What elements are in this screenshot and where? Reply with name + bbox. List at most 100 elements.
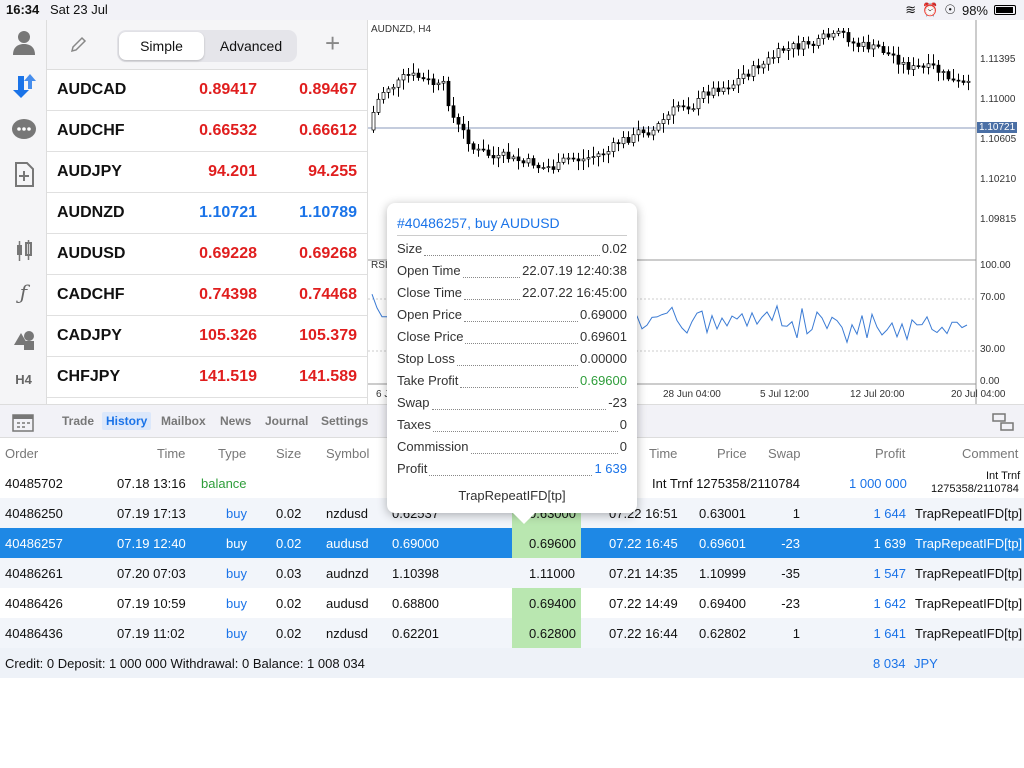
candle-body <box>566 157 571 160</box>
candle-body <box>831 33 836 38</box>
candle-body <box>581 158 586 162</box>
account-icon[interactable] <box>0 28 47 62</box>
candle-body <box>726 87 731 90</box>
candle-body <box>631 134 636 143</box>
calendar-icon[interactable] <box>12 412 34 437</box>
candle-body <box>736 78 741 86</box>
quote-row[interactable]: CADCHF 0.74398 0.74468 <box>47 275 367 316</box>
col-size[interactable]: Size <box>276 446 301 461</box>
candle-body <box>561 157 566 163</box>
popup-detail-label: Stop Loss <box>397 351 455 366</box>
col-close-price[interactable]: Price <box>717 446 747 461</box>
candle-body <box>446 80 451 107</box>
popup-dot-leader <box>432 417 618 432</box>
candle-body <box>411 72 416 76</box>
col-time[interactable]: Time <box>157 446 185 461</box>
history-row[interactable]: 40486436 07.19 11:02 buy 0.02 nzdusd 0.62201 0… <box>0 618 1024 648</box>
candle-body <box>766 57 771 65</box>
candle-body <box>606 151 611 155</box>
quote-ask: 105.379 <box>299 327 357 344</box>
tab-trade[interactable]: Trade <box>62 414 94 428</box>
timeframe-button[interactable]: H4 <box>0 372 47 387</box>
quotes-mode-segmented: Simple Advanced <box>117 30 297 62</box>
quote-row[interactable]: CADJPY 105.326 105.379 <box>47 316 367 357</box>
price-tick: 1.10605 <box>980 134 1017 145</box>
col-swap[interactable]: Swap <box>768 446 801 461</box>
row-close-price: 0.69601 <box>699 536 746 551</box>
quote-row[interactable]: AUDCHF 0.66532 0.66612 <box>47 111 367 152</box>
add-symbol-button[interactable]: + <box>325 30 340 56</box>
history-row[interactable]: 40486426 07.19 10:59 buy 0.02 audusd 0.68800 0… <box>0 588 1024 618</box>
candle-body <box>476 148 481 151</box>
edit-icon[interactable] <box>69 34 89 59</box>
candle-body <box>636 129 641 136</box>
tab-news[interactable]: News <box>220 414 251 428</box>
function-icon[interactable]: ƒ <box>0 280 47 304</box>
row-profit: 1 641 <box>873 626 906 641</box>
indicators-icon[interactable] <box>0 236 47 270</box>
tab-journal[interactable]: Journal <box>265 414 308 428</box>
candle-body <box>396 79 401 88</box>
row-close-price: 0.62802 <box>699 626 746 641</box>
row-close-price: 1.10999 <box>699 566 746 581</box>
tab-settings[interactable]: Settings <box>321 414 368 428</box>
tab-advanced[interactable]: Advanced <box>207 32 295 60</box>
candle-body <box>656 123 661 131</box>
col-comment[interactable]: Comment <box>962 446 1018 461</box>
time-tick: 5 Jul 12:00 <box>760 389 809 400</box>
col-symbol[interactable]: Symbol <box>326 446 369 461</box>
row-time: 07.19 11:02 <box>117 626 185 641</box>
candle-body <box>951 78 956 81</box>
quote-row[interactable]: CHFJPY 141.519 141.589 <box>47 357 367 398</box>
tab-history[interactable]: History <box>102 412 152 430</box>
candle-body <box>941 71 946 73</box>
chart-symbol-label: AUDNZD, H4 <box>371 24 432 35</box>
candle-body <box>856 42 861 47</box>
col-type[interactable]: Type <box>218 446 246 461</box>
quote-row[interactable]: AUDJPY 94.201 94.255 <box>47 152 367 193</box>
popup-detail-row: Size 0.02 <box>397 241 627 261</box>
row-time: 07.20 07:03 <box>117 566 186 581</box>
objects-icon[interactable] <box>0 325 47 359</box>
popup-detail-label: Close Time <box>397 285 463 300</box>
popup-detail-row: Open Price 0.69000 <box>397 307 627 327</box>
tab-mailbox[interactable]: Mailbox <box>161 414 206 428</box>
layout-toggle-icon[interactable] <box>992 413 1014 436</box>
quote-ask: 94.255 <box>308 163 357 180</box>
candle-body <box>576 158 581 162</box>
popup-dot-leader <box>464 307 578 322</box>
popup-dot-leader <box>465 329 578 344</box>
popup-detail-label: Close Price <box>397 329 464 344</box>
col-close-time[interactable]: Time <box>649 446 677 461</box>
candle-body <box>916 65 921 68</box>
popup-detail-row: Stop Loss 0.00000 <box>397 351 627 371</box>
col-profit[interactable]: Profit <box>875 446 905 461</box>
status-indicators: ≋ ⏰ ☉ 98% <box>905 2 1016 18</box>
chat-icon[interactable] <box>0 116 47 150</box>
quote-symbol: CHFJPY <box>57 368 121 385</box>
quote-bid: 0.66532 <box>199 122 257 139</box>
history-row[interactable]: 40486261 07.20 07:03 buy 0.03 audnzd 1.10398 1… <box>0 558 1024 588</box>
row-symbol: audusd <box>326 596 369 611</box>
new-order-icon[interactable] <box>0 160 47 194</box>
quotes-icon[interactable] <box>0 72 47 106</box>
candle-body <box>641 129 646 134</box>
balance-type: balance <box>201 476 247 491</box>
quote-row[interactable]: AUDUSD 0.69228 0.69268 <box>47 234 367 275</box>
row-order: 40486261 <box>5 566 63 581</box>
status-bar: 16:34 Sat 23 Jul ≋ ⏰ ☉ 98% <box>0 0 1024 20</box>
quote-symbol: AUDNZD <box>57 204 125 221</box>
col-order[interactable]: Order <box>5 446 38 461</box>
popup-dot-leader <box>424 241 600 256</box>
row-profit: 1 644 <box>873 506 906 521</box>
tab-simple[interactable]: Simple <box>119 32 204 60</box>
balance-profit: 1 000 000 <box>849 476 907 491</box>
candle-body <box>906 61 911 70</box>
quote-row[interactable]: AUDCAD 0.89417 0.89467 <box>47 70 367 111</box>
quote-symbol: CADJPY <box>57 327 122 344</box>
history-row[interactable]: 40486257 07.19 12:40 buy 0.02 audusd 0.69000 0… <box>0 528 1024 558</box>
quote-bid: 0.89417 <box>199 81 257 98</box>
quote-symbol: AUDJPY <box>57 163 122 180</box>
quote-ask: 0.69268 <box>299 245 357 262</box>
quote-row[interactable]: AUDNZD 1.10721 1.10789 <box>47 193 367 234</box>
